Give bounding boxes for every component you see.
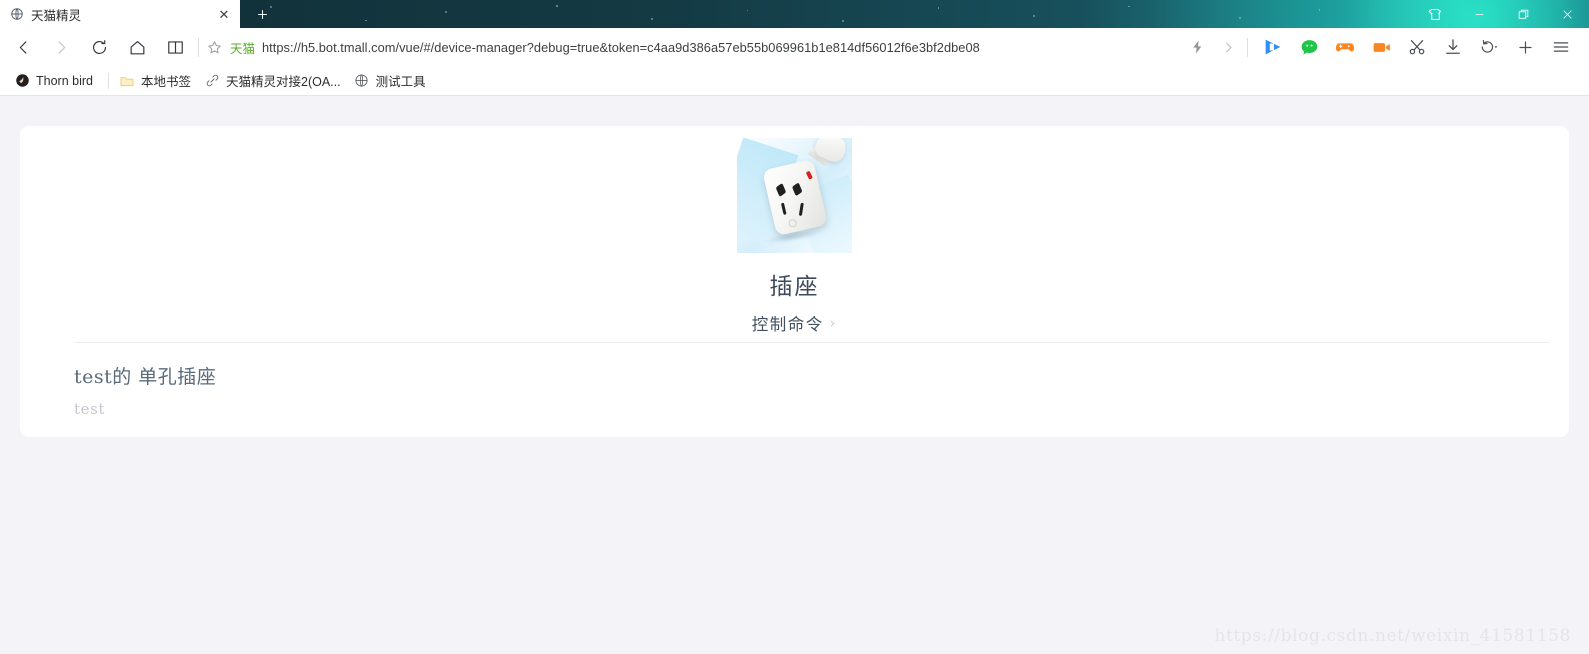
bird-avatar-icon xyxy=(14,73,30,89)
forward-button[interactable] xyxy=(42,31,80,63)
close-window-button[interactable] xyxy=(1545,0,1589,28)
browser-tab[interactable]: 天猫精灵 ✕ xyxy=(0,0,240,28)
address-bar[interactable]: 天猫 https://h5.bot.tmall.com/vue/#/device… xyxy=(206,31,1183,63)
bookmark-item-local-bookmarks[interactable]: 本地书签 xyxy=(115,69,200,93)
folder-icon xyxy=(119,73,135,89)
chat-bubble-icon[interactable] xyxy=(1291,32,1327,62)
chevron-right-icon[interactable] xyxy=(1213,32,1243,62)
url-text[interactable]: https://h5.bot.tmall.com/vue/#/device-ma… xyxy=(262,40,980,55)
nav-divider xyxy=(198,37,199,57)
reload-button[interactable] xyxy=(80,31,118,63)
site-identity-chip[interactable]: 天猫 xyxy=(230,38,255,57)
bookmarks-bar: Thorn bird 本地书签 天猫精灵对接2(OA... 测试工具 xyxy=(0,66,1589,96)
reader-mode-button[interactable] xyxy=(156,31,194,63)
device-hero: 插座 控制命令 › xyxy=(20,126,1569,335)
power-socket-photo xyxy=(737,138,852,253)
plus-icon[interactable] xyxy=(1507,32,1543,62)
bookmark-item-test-tools[interactable]: 测试工具 xyxy=(350,69,435,93)
globe-icon xyxy=(354,73,370,89)
maximize-button[interactable] xyxy=(1501,0,1545,28)
close-icon[interactable]: ✕ xyxy=(216,6,232,22)
control-command-link[interactable]: 控制命令 › xyxy=(752,311,838,335)
control-command-label: 控制命令 xyxy=(751,315,824,334)
new-tab-button[interactable] xyxy=(244,0,280,28)
link-icon xyxy=(204,73,220,89)
tab-title: 天猫精灵 xyxy=(31,8,82,23)
page-viewport: 插座 控制命令 › test的 单孔插座 test https://blog.c… xyxy=(0,96,1589,653)
bookmark-label: 本地书签 xyxy=(140,75,191,89)
bookmark-label: 天猫精灵对接2(OA... xyxy=(226,75,341,89)
device-card: 插座 控制命令 › test的 单孔插座 test xyxy=(20,126,1569,437)
gamepad-icon[interactable] xyxy=(1327,32,1363,62)
star-icon[interactable] xyxy=(206,39,223,56)
list-item[interactable]: test的 单孔插座 test xyxy=(74,362,216,418)
scissors-icon[interactable] xyxy=(1399,32,1435,62)
undo-icon[interactable] xyxy=(1471,32,1507,62)
home-button[interactable] xyxy=(118,31,156,63)
hamburger-menu-icon[interactable] xyxy=(1543,32,1579,62)
browser-title-bar: 天猫精灵 ✕ xyxy=(0,0,1589,28)
bookmark-item-tmall-genie[interactable]: 天猫精灵对接2(OA... xyxy=(200,69,350,93)
back-button[interactable] xyxy=(4,31,42,63)
minimize-button[interactable] xyxy=(1457,0,1501,28)
play-icon[interactable] xyxy=(1255,32,1291,62)
browser-nav-bar: 天猫 https://h5.bot.tmall.com/vue/#/device… xyxy=(0,28,1589,66)
lightning-icon[interactable] xyxy=(1183,32,1213,62)
bookmark-label: 测试工具 xyxy=(375,75,426,89)
chevron-right-icon: › xyxy=(829,314,838,332)
camcorder-icon[interactable] xyxy=(1363,32,1399,62)
watermark: https://blog.csdn.net/weixin_41581158 xyxy=(1214,626,1571,646)
browser-toolbar-icons xyxy=(1183,32,1579,62)
list-item-title: test的 单孔插座 xyxy=(74,366,217,388)
bookmark-item-thorn-bird[interactable]: Thorn bird xyxy=(10,69,102,93)
section-divider xyxy=(74,342,1549,343)
device-name: 插座 xyxy=(769,274,820,300)
window-controls xyxy=(1413,0,1589,28)
bookmark-divider xyxy=(107,72,109,89)
list-item-subtitle: test xyxy=(74,400,106,418)
skin-button[interactable] xyxy=(1413,0,1457,28)
toolbar-divider xyxy=(1247,37,1248,57)
download-icon[interactable] xyxy=(1435,32,1471,62)
bookmark-label: Thorn bird xyxy=(36,73,93,88)
globe-icon xyxy=(10,7,24,21)
